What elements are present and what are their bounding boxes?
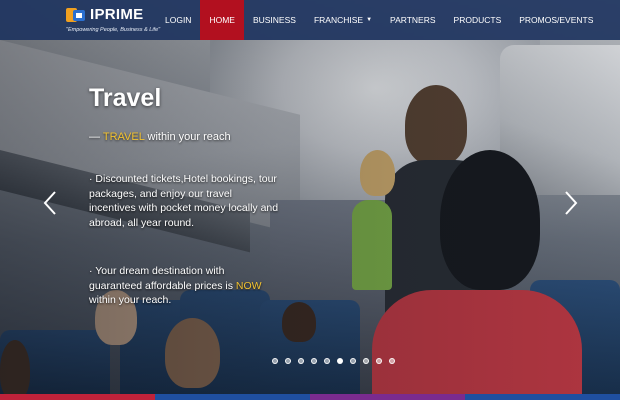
paragraph-2-highlight: NOW — [235, 279, 262, 292]
strip-segment — [465, 394, 620, 400]
carousel-dot[interactable] — [363, 358, 369, 364]
brand-name: IPRIME — [90, 6, 144, 23]
nav-item-business[interactable]: BUSINESS — [244, 0, 305, 40]
strip-segment — [310, 394, 465, 400]
slide-paragraph-1: · Discounted tickets,Hotel bookings, tou… — [89, 173, 279, 229]
carousel-dot[interactable] — [376, 358, 382, 364]
nav-item-label: PROMOS/EVENTS — [519, 15, 594, 25]
nav-item-label: FRANCHISE — [313, 15, 364, 25]
nav-item-promos-events[interactable]: PROMOS/EVENTS — [510, 0, 602, 40]
carousel-dot[interactable] — [337, 358, 343, 364]
bottom-color-strip — [0, 394, 620, 400]
brand[interactable]: IPRIME "Empowering People, Business & Li… — [0, 0, 160, 40]
slide-tagline: — TRAVEL within your reach — [89, 131, 231, 143]
paragraph-2-text-end: within your reach. — [89, 294, 172, 306]
nav-item-label: PRODUCTS — [453, 15, 502, 25]
carousel-dot[interactable] — [272, 358, 278, 364]
nav-item-home[interactable]: HOME — [200, 0, 244, 40]
logo-icon — [66, 8, 85, 22]
carousel-dot[interactable] — [389, 358, 395, 364]
slide-title: Travel — [89, 84, 162, 112]
carousel-dot[interactable] — [285, 358, 291, 364]
carousel-next-button[interactable] — [563, 190, 579, 216]
nav-item-label: HOME — [209, 15, 235, 25]
chevron-right-icon — [565, 191, 578, 215]
carousel-dot[interactable] — [350, 358, 356, 364]
navbar: IPRIME "Empowering People, Business & Li… — [0, 0, 620, 40]
slide-paragraph-2: · Your dream destination with guaranteed… — [89, 264, 279, 308]
paragraph-2-text: · Your dream destination with guaranteed… — [89, 265, 236, 292]
strip-segment — [155, 394, 310, 400]
carousel-indicators — [272, 358, 395, 364]
brand-tagline: "Empowering People, Business & Life" — [66, 27, 161, 33]
tagline-rest: within your reach — [144, 131, 231, 143]
carousel-dot[interactable] — [324, 358, 330, 364]
caret-down-icon: ▼ — [366, 17, 373, 23]
chevron-left-icon — [43, 191, 56, 215]
nav-menu: LOGIN HOME BUSINESS FRANCHISE ▼ PARTNERS … — [156, 0, 602, 40]
strip-segment — [0, 394, 155, 400]
tagline-prefix: — — [89, 131, 103, 143]
nav-item-partners[interactable]: PARTNERS — [381, 0, 445, 40]
nav-item-label: PARTNERS — [390, 15, 436, 25]
nav-item-franchise[interactable]: FRANCHISE ▼ — [305, 0, 381, 40]
nav-item-login[interactable]: LOGIN — [156, 0, 200, 40]
carousel-dot[interactable] — [311, 358, 317, 364]
tagline-highlight: TRAVEL — [102, 131, 145, 143]
nav-item-products[interactable]: PRODUCTS — [445, 0, 511, 40]
carousel-prev-button[interactable] — [42, 190, 58, 216]
carousel-dot[interactable] — [298, 358, 304, 364]
nav-item-label: LOGIN — [165, 15, 192, 25]
nav-item-label: BUSINESS — [252, 15, 296, 25]
